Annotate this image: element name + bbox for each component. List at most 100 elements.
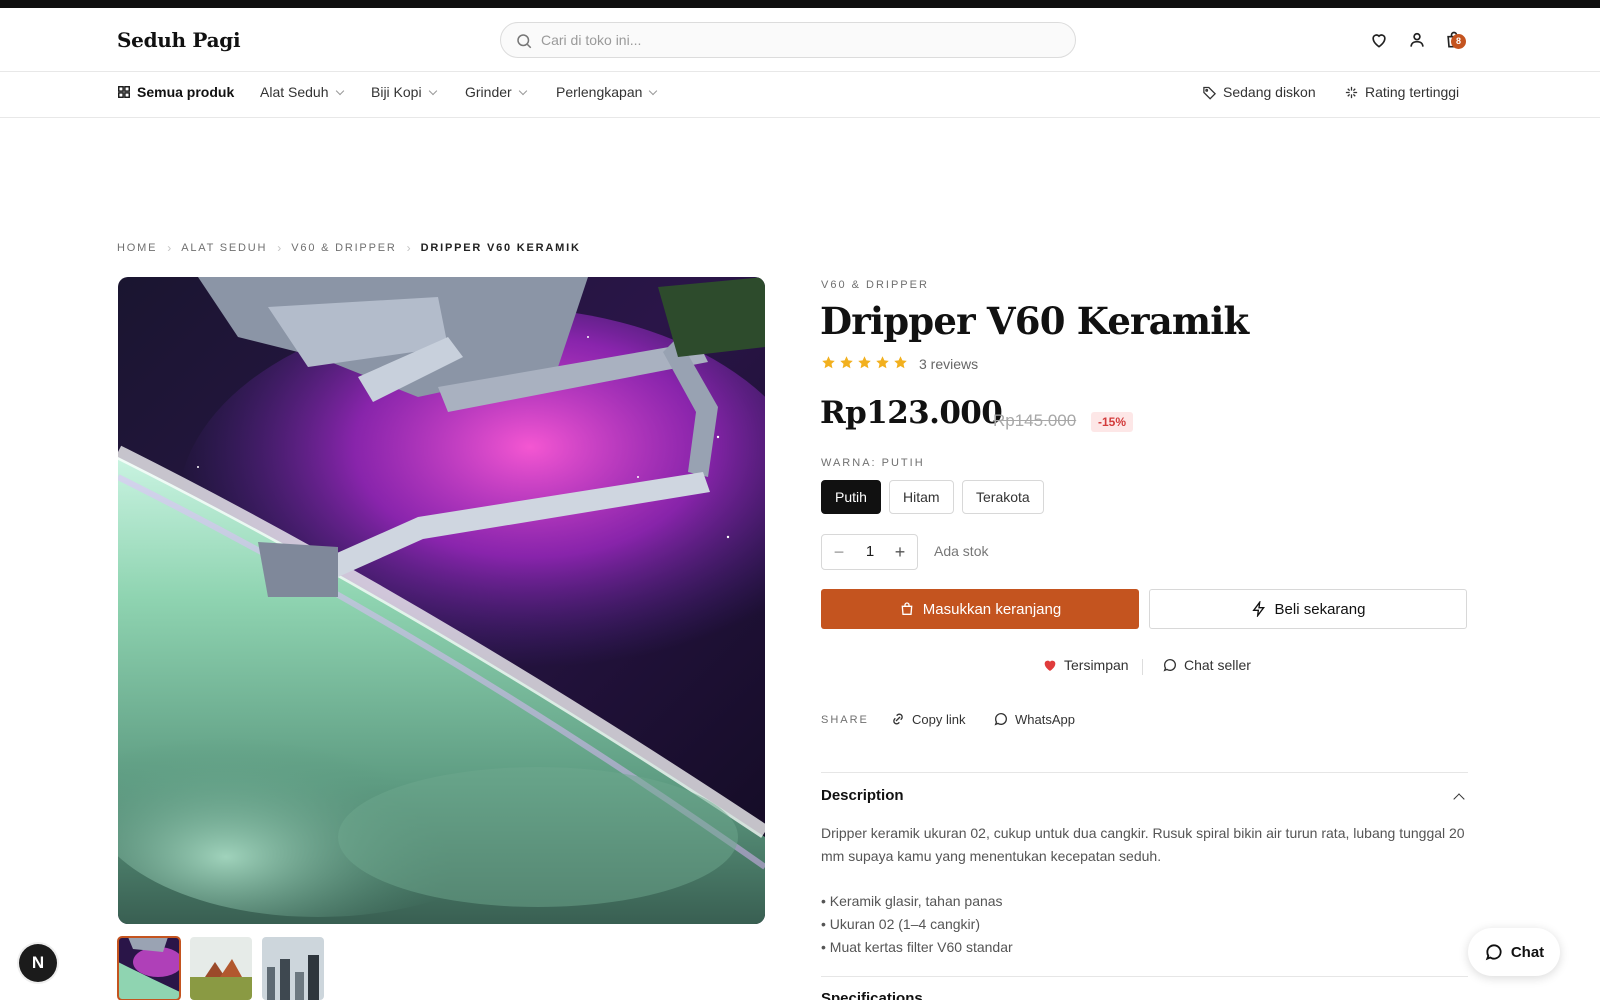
nav-biji-kopi[interactable]: Biji Kopi: [371, 84, 437, 100]
product-main-image[interactable]: [118, 277, 765, 924]
section-divider: [821, 772, 1468, 773]
copy-link-button[interactable]: Copy link: [890, 711, 965, 727]
description-bullets: • Keramik glasir, tahan panas • Ukuran 0…: [821, 890, 1013, 959]
breadcrumb-home[interactable]: HOME: [117, 242, 157, 254]
breadcrumb: HOME › ALAT SEDUH › V60 & DRIPPER › DRIP…: [117, 241, 581, 255]
bag-icon: [901, 602, 913, 615]
original-price: Rp145.000: [993, 411, 1077, 430]
product-title: Dripper V60 Keramik: [820, 299, 1249, 343]
breadcrumb-alat-seduh[interactable]: ALAT SEDUH: [181, 242, 267, 254]
chevron-down-icon[interactable]: [1455, 993, 1463, 1000]
whatsapp-icon: [994, 713, 1007, 726]
thumbnail-city[interactable]: [262, 937, 324, 1000]
chevron-right-icon: ›: [277, 241, 282, 255]
nav-label: Alat Seduh: [260, 84, 329, 100]
decrease-quantity-button[interactable]: −: [824, 535, 854, 569]
nav-grinder[interactable]: Grinder: [465, 84, 527, 100]
product-category[interactable]: V60 & DRIPPER: [821, 279, 929, 291]
nav-all-products[interactable]: Semua produk: [117, 84, 234, 100]
nav-label: Biji Kopi: [371, 84, 422, 100]
stock-status: Ada stok: [934, 543, 989, 559]
review-count[interactable]: 3 reviews: [919, 356, 978, 372]
saved-label: Tersimpan: [1064, 657, 1129, 673]
site-header: Seduh Pagi 8: [0, 8, 1600, 72]
share-label: SHARE: [821, 714, 869, 726]
nav-sedang-diskon[interactable]: Sedang diskon: [1202, 84, 1316, 100]
star-icon: [822, 356, 835, 369]
quantity-stepper: − 1 +: [821, 534, 918, 570]
color-option-hitam[interactable]: Hitam: [889, 480, 954, 514]
section-divider: [821, 976, 1468, 977]
nav-label: Sedang diskon: [1223, 84, 1316, 100]
top-bar: [0, 0, 1600, 8]
nav-alat-seduh[interactable]: Alat Seduh: [260, 84, 344, 100]
space-station-aurora-photo: [118, 277, 765, 924]
buy-now-label: Beli sekarang: [1274, 600, 1366, 618]
nav-label: Rating tertinggi: [1365, 84, 1460, 100]
star-icon: [876, 356, 889, 369]
list-item: • Ukuran 02 (1–4 cangkir): [821, 916, 980, 932]
chevron-down-icon: [428, 86, 437, 95]
link-icon: [893, 713, 903, 725]
heart-filled-icon: [1044, 660, 1056, 671]
chat-seller-label: Chat seller: [1184, 657, 1251, 673]
chevron-right-icon: ›: [167, 241, 172, 255]
store-logo[interactable]: Seduh Pagi: [117, 28, 241, 52]
discount-badge: -15%: [1091, 412, 1134, 432]
grid-icon: [118, 86, 130, 98]
chevron-down-icon: [649, 86, 658, 95]
tag-icon: [1203, 86, 1217, 100]
nav-label: Perlengkapan: [556, 84, 643, 100]
lightning-icon: [1251, 601, 1265, 617]
increase-quantity-button[interactable]: +: [885, 535, 915, 569]
star-icon: [858, 356, 871, 369]
dev-tools-badge[interactable]: N: [19, 944, 57, 982]
user-icon[interactable]: [1407, 30, 1427, 50]
copy-link-label: Copy link: [912, 711, 966, 727]
chevron-down-icon: [335, 86, 344, 95]
breadcrumb-current: DRIPPER V60 KERAMIK: [420, 242, 581, 254]
chat-bubble-icon: [1163, 659, 1176, 672]
breadcrumb-v60-dripper[interactable]: V60 & DRIPPER: [291, 242, 396, 254]
add-to-cart-button[interactable]: Masukkan keranjang: [821, 589, 1139, 629]
star-icon: [894, 356, 907, 369]
heart-icon[interactable]: [1369, 30, 1389, 50]
chevron-up-icon[interactable]: [1453, 793, 1465, 805]
color-label: WARNA: PUTIH: [821, 457, 925, 469]
sparkle-icon: [1345, 86, 1358, 98]
divider: [1142, 659, 1143, 675]
buy-now-button[interactable]: Beli sekarang: [1149, 589, 1467, 629]
chat-seller-button[interactable]: Chat seller: [1162, 657, 1251, 673]
thumbnail-space[interactable]: [117, 936, 181, 1000]
search-input[interactable]: [541, 23, 1061, 57]
chevron-right-icon: ›: [406, 241, 411, 255]
thumbnail-landscape[interactable]: [190, 937, 252, 1000]
thumbnail-image: [262, 937, 324, 1000]
list-item: • Keramik glasir, tahan panas: [821, 893, 1003, 909]
color-option-putih[interactable]: Putih: [821, 480, 881, 514]
specifications-toggle[interactable]: Specifications: [821, 990, 923, 1000]
quantity-value[interactable]: 1: [855, 535, 885, 569]
saved-button[interactable]: Tersimpan: [1042, 657, 1129, 673]
product-price: Rp123.000: [820, 395, 1003, 431]
chat-bubble-icon: [1485, 944, 1502, 961]
chat-widget-label: Chat: [1510, 943, 1545, 961]
whatsapp-share-button[interactable]: WhatsApp: [993, 711, 1075, 727]
color-option-terakota[interactable]: Terakota: [962, 480, 1044, 514]
whatsapp-label: WhatsApp: [1015, 711, 1075, 727]
thumbnail-image: [190, 937, 252, 1000]
thumbnail-image: [118, 937, 180, 1000]
description-text: Dripper keramik ukuran 02, cukup untuk d…: [821, 825, 1465, 864]
add-to-cart-label: Masukkan keranjang: [922, 600, 1062, 618]
search-bar[interactable]: [500, 22, 1076, 58]
chat-widget-button[interactable]: Chat: [1468, 928, 1560, 976]
nav-all-products-label: Semua produk: [137, 84, 235, 100]
list-item: • Muat kertas filter V60 standar: [821, 939, 1013, 955]
category-nav: Semua produk Alat Seduh Biji Kopi Grinde…: [0, 72, 1600, 118]
chevron-down-icon: [518, 86, 527, 95]
nav-rating-tertinggi[interactable]: Rating tertinggi: [1344, 84, 1459, 100]
nav-perlengkapan[interactable]: Perlengkapan: [556, 84, 658, 100]
nav-label: Grinder: [465, 84, 512, 100]
description-toggle[interactable]: Description: [821, 787, 904, 804]
star-icon: [840, 356, 853, 369]
